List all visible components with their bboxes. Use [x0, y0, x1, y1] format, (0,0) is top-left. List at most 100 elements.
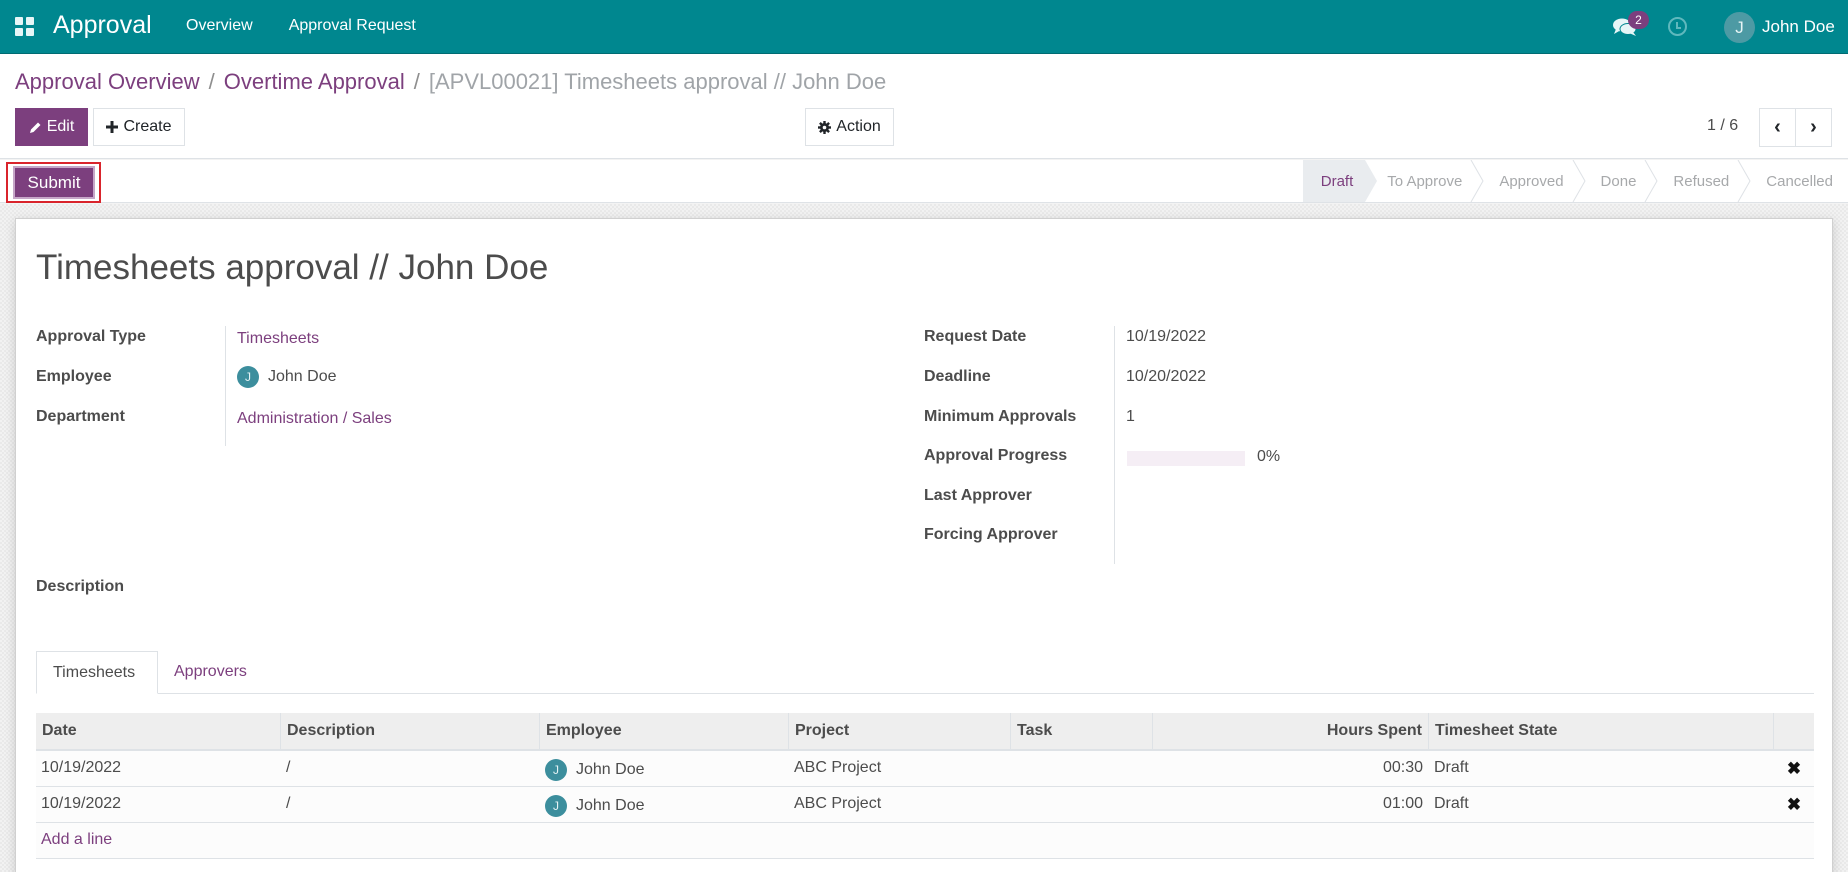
breadcrumb-overtime-approval[interactable]: Overtime Approval	[224, 69, 405, 95]
column-header-hours-spent[interactable]: Hours Spent	[1153, 713, 1429, 749]
notebook-tabs: Timesheets Approvers	[36, 651, 1814, 694]
department-label: Department	[36, 408, 125, 425]
left-group-divider	[225, 326, 226, 446]
tab-timesheets[interactable]: Timesheets	[36, 651, 158, 694]
stage-draft[interactable]: Draft	[1302, 160, 1377, 202]
control-panel: Approval Overview / Overtime Approval / …	[0, 54, 1848, 159]
employee-avatar: J	[545, 795, 567, 817]
stage-approved[interactable]: Approved	[1477, 160, 1586, 202]
timesheets-table: Date Description Employee Project Task H…	[36, 713, 1814, 859]
column-header-project[interactable]: Project	[789, 713, 1011, 749]
stage-label: Done	[1600, 172, 1637, 190]
plus-icon	[106, 121, 119, 133]
description-label: Description	[36, 578, 125, 595]
approval-progress-label: Approval Progress	[924, 447, 1068, 464]
employee-avatar: J	[237, 366, 259, 388]
edit-button[interactable]: Edit	[15, 108, 88, 146]
cell-description: /	[286, 759, 291, 776]
record-title: Timesheets approval // John Doe	[36, 248, 549, 287]
submit-button[interactable]: Submit	[13, 166, 95, 199]
add-a-line-link[interactable]: Add a line	[36, 823, 117, 858]
delete-row-icon[interactable]: ✖	[1774, 787, 1814, 822]
pager-previous-button[interactable]: ‹	[1760, 109, 1796, 146]
stage-pipeline: Draft To Approve Approved Done Refused C…	[1302, 160, 1833, 202]
stage-label: Draft	[1320, 172, 1354, 190]
breadcrumb-current: [APVL00021] Timesheets approval // John …	[428, 69, 887, 94]
chevron-right-icon: ›	[1810, 116, 1817, 138]
column-header-timesheet-state[interactable]: Timesheet State	[1429, 713, 1774, 749]
minimum-approvals-value: 1	[1126, 408, 1135, 425]
stage-label: Refused	[1673, 172, 1730, 190]
apps-grid-icon[interactable]	[15, 17, 34, 36]
table-header: Date Description Employee Project Task H…	[36, 713, 1814, 751]
approval-progress-value: 0%	[1257, 448, 1281, 465]
user-menu[interactable]: John Doe	[1762, 17, 1835, 37]
right-group-divider	[1114, 326, 1115, 564]
gear-icon	[818, 120, 832, 134]
table-row[interactable]: 10/19/2022 / J John Doe ABC Project 01:00…	[36, 787, 1814, 823]
cell-project: ABC Project	[794, 759, 882, 776]
pager-value[interactable]: 1 / 6	[1707, 117, 1738, 135]
cell-employee: J John Doe	[540, 787, 789, 822]
action-button[interactable]: Action	[805, 108, 894, 146]
cell-task	[1011, 787, 1153, 822]
table-row[interactable]: 10/19/2022 / J John Doe ABC Project 00:30…	[36, 751, 1814, 787]
stage-label: To Approve	[1387, 172, 1463, 190]
breadcrumb-separator: /	[208, 69, 215, 94]
nav-item-approval-request[interactable]: Approval Request	[289, 17, 416, 35]
breadcrumb-separator: /	[413, 69, 420, 94]
employee-avatar: J	[545, 759, 567, 781]
activity-clock-icon[interactable]	[1668, 17, 1687, 36]
stage-label: Approved	[1499, 172, 1564, 190]
breadcrumb-approval-overview[interactable]: Approval Overview	[15, 69, 200, 95]
cell-hours-spent: 00:30	[1382, 759, 1423, 776]
forcing-approver-label: Forcing Approver	[924, 526, 1058, 543]
column-header-date[interactable]: Date	[36, 713, 281, 749]
approval-progress-bar	[1127, 451, 1245, 466]
employee-value[interactable]: J John Doe	[237, 366, 337, 388]
employee-name: John Doe	[576, 797, 645, 815]
column-header-description[interactable]: Description	[281, 713, 540, 749]
employee-label: Employee	[36, 368, 112, 385]
employee-name: John Doe	[576, 761, 645, 779]
statusbar: Submit Draft To Approve Approved Done Re…	[0, 160, 1848, 203]
user-avatar[interactable]: J	[1724, 12, 1755, 43]
action-button-label: Action	[836, 118, 881, 135]
column-header-task[interactable]: Task	[1011, 713, 1153, 749]
delete-row-icon[interactable]: ✖	[1774, 751, 1814, 786]
breadcrumb: Approval Overview / Overtime Approval / …	[15, 69, 886, 95]
cell-timesheet-state: Draft	[1434, 795, 1469, 812]
cell-timesheet-state: Draft	[1434, 759, 1469, 776]
stage-cancelled[interactable]: Cancelled	[1744, 160, 1833, 202]
column-header-employee[interactable]: Employee	[540, 713, 789, 749]
department-value[interactable]: Administration / Sales	[237, 410, 392, 428]
add-line-row: Add a line	[36, 823, 1814, 859]
tab-approvers[interactable]: Approvers	[158, 651, 263, 694]
cell-description: /	[286, 795, 291, 812]
cell-date: 10/19/2022	[41, 759, 122, 776]
stage-to-approve[interactable]: To Approve	[1365, 160, 1484, 202]
form-sheet: Timesheets approval // John Doe Approval…	[15, 218, 1833, 872]
stage-done[interactable]: Done	[1579, 160, 1658, 202]
pager-buttons: ‹ ›	[1759, 108, 1832, 147]
column-header-actions	[1774, 713, 1814, 749]
deadline-label: Deadline	[924, 368, 991, 385]
last-approver-label: Last Approver	[924, 487, 1032, 504]
app-name[interactable]: Approval	[53, 11, 152, 40]
stage-refused[interactable]: Refused	[1651, 160, 1751, 202]
cell-employee: J John Doe	[540, 751, 789, 786]
pager-next-button[interactable]: ›	[1796, 109, 1831, 146]
cell-task	[1011, 751, 1153, 786]
cell-hours-spent: 01:00	[1382, 795, 1423, 812]
edit-button-label: Edit	[46, 118, 75, 135]
nav-item-overview[interactable]: Overview	[186, 17, 253, 35]
request-date-value: 10/19/2022	[1126, 328, 1207, 345]
deadline-value: 10/20/2022	[1126, 368, 1207, 385]
create-button[interactable]: Create	[93, 108, 185, 146]
approval-type-value[interactable]: Timesheets	[237, 330, 319, 348]
messages-badge: 2	[1628, 11, 1649, 29]
nav-menu: Overview Approval Request	[186, 17, 416, 35]
approval-type-label: Approval Type	[36, 328, 146, 345]
top-navbar: Approval Overview Approval Request 2 J J…	[0, 0, 1848, 54]
cell-project: ABC Project	[794, 795, 882, 812]
